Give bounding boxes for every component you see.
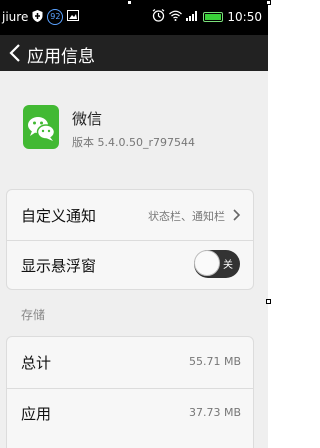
back-arrow-icon[interactable]: [6, 41, 26, 65]
app-name: 微信: [72, 110, 103, 128]
chevron-right-icon: [232, 207, 242, 221]
status-left: jiure 92: [2, 9, 80, 25]
title-bar: 应用信息: [0, 35, 268, 71]
notification-badge-icon: 92: [47, 9, 64, 25]
resize-handle[interactable]: [127, 0, 132, 5]
floating-window-label: 显示悬浮窗: [21, 257, 97, 275]
status-bar: jiure 92 10:50: [0, 0, 268, 35]
alarm-icon: [152, 9, 165, 25]
canvas-margin: [268, 0, 287, 448]
app-version: 版本 5.4.0.50_r797544: [72, 136, 195, 149]
floating-window-toggle[interactable]: 关: [194, 250, 240, 278]
storage-section-label: 存储: [21, 308, 46, 322]
wechat-app-icon: [23, 105, 59, 149]
storage-app-value: 37.73 MB: [188, 406, 241, 419]
storage-app-label: 应用: [21, 405, 52, 423]
carrier-text: jiure: [2, 10, 29, 24]
floating-window-row: 显示悬浮窗 关: [7, 240, 255, 290]
custom-notification-value: 状态栏、通知栏: [148, 210, 225, 223]
status-right: 10:50: [152, 9, 262, 25]
page-title: 应用信息: [27, 47, 95, 67]
wifi-icon: [169, 10, 183, 24]
battery-icon: [203, 12, 224, 22]
storage-total-row: 总计 55.71 MB: [7, 337, 255, 387]
toggle-state-text: 关: [223, 260, 233, 271]
resize-handle[interactable]: [266, 299, 271, 304]
storage-total-label: 总计: [21, 354, 52, 372]
clock-text: 10:50: [227, 10, 262, 24]
storage-card: 总计 55.71 MB 应用 37.73 MB: [6, 336, 254, 448]
notification-settings-card: 自定义通知 状态栏、通知栏 显示悬浮窗 关: [6, 189, 254, 290]
image-notification-icon: [67, 10, 80, 24]
custom-notification-label: 自定义通知: [21, 207, 97, 225]
storage-app-row: 应用 37.73 MB: [7, 388, 255, 438]
signal-icon: [186, 10, 199, 24]
storage-total-value: 55.71 MB: [188, 355, 241, 368]
shield-icon: [32, 9, 43, 25]
resize-handle[interactable]: [266, 0, 271, 5]
phone-screen: jiure 92 10:50 应用信息 微信 版本 5.4.0.50_r7975…: [0, 0, 268, 448]
custom-notification-row[interactable]: 自定义通知 状态栏、通知栏: [7, 190, 255, 240]
toggle-knob: [194, 250, 220, 276]
